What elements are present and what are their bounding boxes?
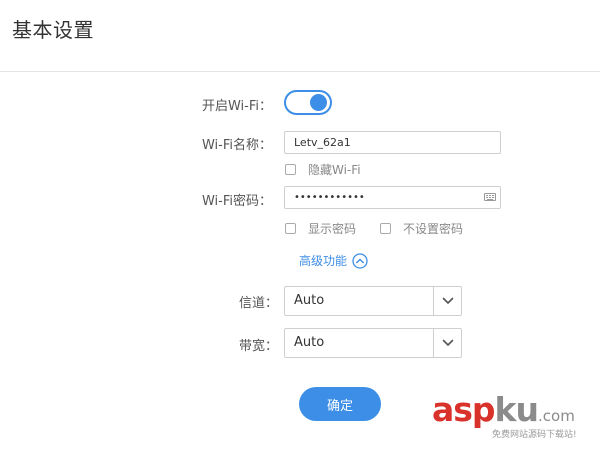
bandwidth-select-value: Auto xyxy=(294,335,325,350)
wifi-enable-toggle[interactable] xyxy=(284,90,332,115)
channel-select-value: Auto xyxy=(294,293,325,308)
advanced-toggle[interactable]: 高级功能 xyxy=(299,252,368,269)
channel-arrow-box xyxy=(433,287,461,315)
confirm-button[interactable]: 确定 xyxy=(299,387,381,421)
bandwidth-label: 带宽： xyxy=(238,339,278,354)
channel-select[interactable]: Auto xyxy=(284,286,462,316)
keyboard-icon[interactable] xyxy=(484,193,496,201)
bandwidth-select[interactable]: Auto xyxy=(284,328,462,358)
no-password-label: 不设置密码 xyxy=(403,222,464,236)
show-password-checkbox[interactable] xyxy=(285,223,296,234)
hide-wifi-checkbox[interactable] xyxy=(285,164,296,175)
wifi-name-label: Wi-Fi名称： xyxy=(201,138,272,153)
channel-label: 信道： xyxy=(238,296,278,311)
wifi-password-input[interactable]: •••••••••••• xyxy=(284,186,501,209)
chevron-up-circle-icon[interactable] xyxy=(352,252,368,269)
advanced-label: 高级功能 xyxy=(299,254,348,268)
chevron-down-icon xyxy=(442,297,453,304)
no-password-option[interactable]: 不设置密码 xyxy=(380,220,463,237)
hide-wifi-option[interactable]: 隐藏Wi-Fi xyxy=(285,161,361,178)
bandwidth-arrow-box xyxy=(433,329,461,357)
chevron-down-icon xyxy=(442,339,453,346)
no-password-checkbox[interactable] xyxy=(380,223,391,234)
wifi-name-input[interactable]: Letv_62a1 xyxy=(284,131,501,154)
show-password-label: 显示密码 xyxy=(308,222,357,236)
toggle-knob xyxy=(310,94,327,111)
watermark-subtitle: 免费网站源码下载站! xyxy=(492,430,577,440)
page-title: 基本设置 xyxy=(12,18,94,42)
header-divider xyxy=(0,71,600,72)
password-masked-value: •••••••••••• xyxy=(294,192,365,203)
watermark-logo: aspku.com 免费网站源码下载站! xyxy=(432,390,594,446)
wifi-enable-label: 开启Wi-Fi： xyxy=(201,99,272,114)
wifi-password-label: Wi-Fi密码： xyxy=(201,194,272,209)
hide-wifi-label: 隐藏Wi-Fi xyxy=(308,163,361,177)
show-password-option[interactable]: 显示密码 xyxy=(285,220,356,237)
